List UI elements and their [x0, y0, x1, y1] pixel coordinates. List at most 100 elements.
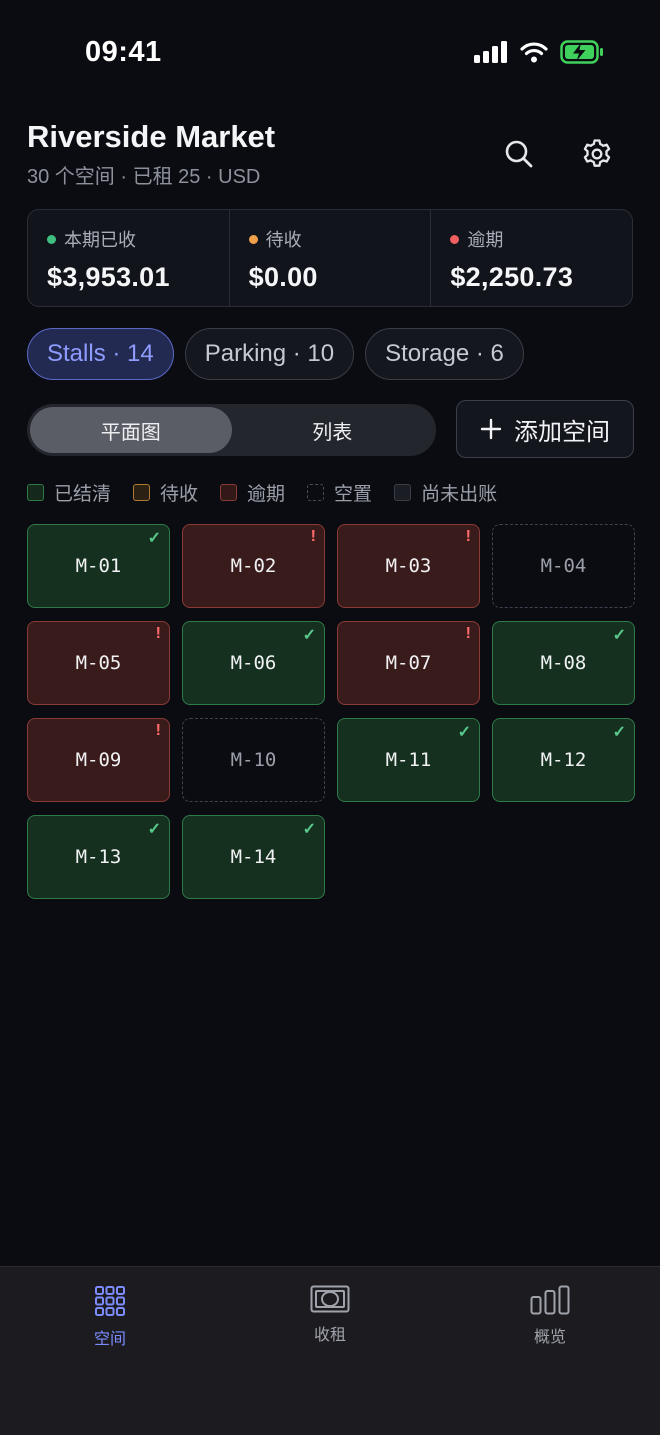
- stall-label: M-12: [540, 749, 587, 771]
- legend-swatch: [307, 484, 325, 501]
- legend-label: 空置: [334, 484, 373, 505]
- gear-icon: [583, 139, 611, 167]
- legend-label: 已结清: [54, 484, 112, 505]
- stall-label: M-09: [75, 749, 122, 771]
- tab-storage[interactable]: Storage · 6: [365, 328, 524, 380]
- summary-collected-value: $3,953.01: [47, 262, 170, 292]
- bar-chart-icon: [530, 1285, 570, 1315]
- status-dot-icon: [248, 234, 258, 244]
- summary-pending: 待收 $0.00: [230, 210, 432, 306]
- stall-m-07[interactable]: M-07!: [337, 621, 480, 705]
- stall-label: M-05: [75, 652, 122, 674]
- overdue-alert-icon: !: [465, 625, 471, 642]
- paid-check-icon: ✓: [147, 530, 161, 547]
- stall-m-12[interactable]: M-12 ✓: [492, 718, 635, 802]
- stall-m-13[interactable]: M-13 ✓: [27, 815, 170, 899]
- summary-collected-label-row: 本期已收: [47, 226, 229, 252]
- stall-m-09[interactable]: M-09!: [27, 718, 170, 802]
- legend-swatch: [394, 484, 412, 501]
- view-floor-plan[interactable]: 平面图: [30, 407, 232, 453]
- add-space-label: 添加空间: [514, 418, 610, 446]
- legend-unbilled: 尚未出账: [394, 479, 497, 506]
- stall-m-02[interactable]: M-02!: [182, 524, 325, 608]
- view-list[interactable]: 列表: [232, 407, 434, 453]
- stall-m-08[interactable]: M-08 ✓: [492, 621, 635, 705]
- grid-icon: [95, 1286, 125, 1316]
- tab-overview[interactable]: 概览: [440, 1267, 660, 1435]
- view-mode-toggle: 平面图 列表: [27, 404, 436, 456]
- paid-check-icon: ✓: [612, 627, 626, 644]
- stall-label: M-01: [75, 555, 122, 577]
- summary-pending-label: 待收: [265, 230, 302, 250]
- summary-pending-label-row: 待收: [248, 226, 431, 252]
- stall-m-04[interactable]: M-04: [492, 524, 635, 608]
- status-legend: 已结清 待收 逾期 空置 尚未出账: [27, 479, 497, 506]
- summary-collected-label: 本期已收: [64, 230, 136, 250]
- tab-parking[interactable]: Parking · 10: [184, 328, 355, 380]
- stall-label: M-04: [540, 555, 587, 577]
- paid-check-icon: ✓: [302, 627, 316, 644]
- tab-rent[interactable]: 收租: [220, 1267, 440, 1435]
- stall-m-03[interactable]: M-03!: [337, 524, 480, 608]
- stall-m-14[interactable]: M-14 ✓: [182, 815, 325, 899]
- paid-check-icon: ✓: [302, 821, 316, 838]
- search-icon: [505, 140, 533, 168]
- status-icons: [474, 40, 604, 64]
- paid-check-icon: ✓: [612, 724, 626, 741]
- stall-label: M-03: [385, 555, 432, 577]
- bottom-tab-bar: 空间 收租 概览: [0, 1266, 660, 1435]
- page-subtitle: 30 个空间 · 已租 25 · USD: [27, 166, 261, 188]
- plus-icon: [480, 418, 502, 440]
- summary-collected: 本期已收 $3,953.01: [28, 210, 230, 306]
- stall-label: M-08: [540, 652, 587, 674]
- tab-rent-label: 收租: [313, 1327, 346, 1344]
- paid-check-icon: ✓: [457, 724, 471, 741]
- status-time: 09:41: [85, 36, 162, 68]
- legend-swatch: [27, 484, 44, 501]
- status-dot-icon: [47, 234, 56, 244]
- category-tabs: Stalls · 14 Parking · 10 Storage · 6: [27, 328, 524, 380]
- legend-swatch: [220, 484, 238, 501]
- tab-spaces-label: 空间: [93, 1331, 126, 1348]
- summary-overdue: 逾期 $2,250.73: [431, 210, 632, 306]
- legend-overdue: 逾期: [220, 479, 285, 506]
- legend-vacant: 空置: [307, 479, 372, 506]
- summary-overdue-label: 逾期: [467, 230, 504, 250]
- add-space-button[interactable]: 添加空间: [456, 400, 634, 458]
- overdue-alert-icon: !: [465, 528, 471, 545]
- stall-m-10[interactable]: M-10: [182, 718, 325, 802]
- stall-label: M-11: [385, 749, 432, 771]
- stall-m-01[interactable]: M-01 ✓: [27, 524, 170, 608]
- tab-spaces[interactable]: 空间: [0, 1267, 220, 1435]
- stall-label: M-06: [230, 652, 277, 674]
- search-button[interactable]: [497, 132, 541, 176]
- overdue-alert-icon: !: [155, 625, 161, 642]
- stall-m-06[interactable]: M-06 ✓: [182, 621, 325, 705]
- page-title: Riverside Market: [27, 119, 276, 154]
- page-header: Riverside Market 30 个空间 · 已租 25 · USD: [27, 118, 633, 198]
- stall-label: M-07: [385, 652, 432, 674]
- stall-m-11[interactable]: M-11 ✓: [337, 718, 480, 802]
- settings-button[interactable]: [575, 132, 619, 176]
- overdue-alert-icon: !: [155, 722, 161, 739]
- overdue-alert-icon: !: [310, 528, 316, 545]
- paid-check-icon: ✓: [147, 821, 161, 838]
- summary-overdue-value: $2,250.73: [450, 262, 574, 292]
- tab-stalls[interactable]: Stalls · 14: [27, 328, 174, 380]
- battery-charging-icon: [560, 40, 603, 64]
- legend-pending: 待收: [133, 479, 198, 506]
- stall-floor-plan: M-01 ✓ M-02! M-03! M-04 M-05! M-06 ✓ M-07!…: [27, 524, 635, 899]
- legend-label: 待收: [160, 484, 199, 505]
- legend-paid: 已结清: [27, 479, 111, 506]
- cash-icon: [310, 1285, 350, 1313]
- legend-label: 尚未出账: [421, 484, 498, 505]
- summary-overdue-label-row: 逾期: [450, 226, 632, 252]
- cellular-signal-icon: [474, 41, 507, 63]
- stall-label: M-13: [75, 846, 122, 868]
- tab-overview-label: 概览: [533, 1329, 566, 1346]
- stall-label: M-10: [230, 749, 277, 771]
- stall-m-05[interactable]: M-05!: [27, 621, 170, 705]
- stall-label: M-02: [230, 555, 277, 577]
- legend-label: 逾期: [247, 484, 286, 505]
- status-bar: 09:41: [0, 0, 660, 100]
